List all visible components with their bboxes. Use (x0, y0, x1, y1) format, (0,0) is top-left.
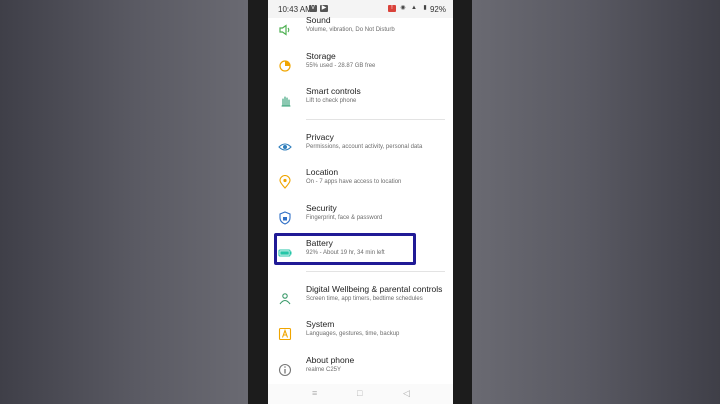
alert-badge-icon: ! (388, 5, 396, 12)
settings-item-subtitle: 55% used - 28.87 GB free (306, 63, 376, 69)
settings-item-smart-controls[interactable]: Smart controls Lift to check phone (268, 86, 453, 122)
settings-item-title: Sound (306, 15, 331, 25)
settings-item-subtitle: Screen time, app timers, bedtime schedul… (306, 296, 423, 302)
settings-item-title: Storage (306, 51, 336, 61)
notification-v-icon: V (309, 5, 317, 12)
settings-item-title: Location (306, 167, 339, 177)
video-camera-icon: ▶ (320, 5, 328, 12)
privacy-eye-icon (278, 143, 292, 151)
settings-item-subtitle: On - 7 apps have access to location (306, 179, 402, 185)
settings-item-title: About phone (306, 355, 355, 365)
settings-item-title: Security (306, 203, 337, 213)
settings-item-subtitle: Lift to check phone (306, 98, 357, 104)
phone-bezel-left (248, 0, 268, 404)
wellbeing-icon (279, 293, 291, 305)
storage-pie-icon (279, 60, 291, 72)
hand-gesture-icon (281, 96, 291, 107)
phone-screen: 10:43 AM V ▶ ! ◉ ▲ ▮ 92% Sound Volume, v… (268, 0, 453, 404)
status-time: 10:43 AM (278, 5, 312, 14)
settings-item-title: Digital Wellbeing & parental controls (306, 284, 443, 294)
home-square-icon[interactable]: □ (357, 388, 362, 398)
section-divider (306, 119, 445, 120)
battery-highlight-box (274, 233, 416, 265)
settings-item-digital-wellbeing[interactable]: Digital Wellbeing & parental controls Sc… (268, 284, 453, 320)
settings-item-title: System (306, 319, 335, 329)
settings-item-title: Smart controls (306, 86, 361, 96)
settings-item-privacy[interactable]: Privacy Permissions, account activity, p… (268, 132, 453, 168)
settings-item-subtitle: Permissions, account activity, personal … (306, 144, 423, 150)
signal-icon: ▲ (411, 5, 417, 11)
location-pin-icon (279, 175, 291, 189)
phone-bezel-right (453, 0, 472, 404)
eye-comfort-icon: ◉ (400, 5, 406, 11)
info-icon (278, 363, 292, 377)
menu-lines-icon[interactable]: ≡ (312, 388, 317, 398)
section-divider (306, 271, 445, 272)
system-a-icon (278, 327, 292, 341)
settings-item-subtitle: Volume, vibration, Do Not Disturb (306, 27, 395, 33)
background-right (472, 0, 720, 404)
background-left (0, 0, 248, 404)
speaker-icon (279, 24, 290, 36)
settings-item-subtitle: Fingerprint, face & password (306, 215, 383, 221)
status-battery-percent: 92% (429, 5, 446, 14)
settings-item-subtitle: realme C25Y (306, 367, 342, 373)
settings-item-storage[interactable]: Storage 55% used - 28.87 GB free (268, 51, 453, 87)
battery-status-icon: ▮ (423, 5, 427, 11)
shield-icon (279, 211, 291, 225)
settings-item-system[interactable]: System Languages, gestures, time, backup (268, 319, 453, 355)
navigation-bar: ≡ □ ◁ (268, 384, 453, 404)
settings-item-title: Privacy (306, 132, 334, 142)
back-triangle-icon[interactable]: ◁ (403, 388, 410, 399)
settings-item-location[interactable]: Location On - 7 apps have access to loca… (268, 167, 453, 203)
settings-item-sound[interactable]: Sound Volume, vibration, Do Not Disturb (268, 15, 453, 51)
settings-item-subtitle: Languages, gestures, time, backup (306, 331, 400, 337)
